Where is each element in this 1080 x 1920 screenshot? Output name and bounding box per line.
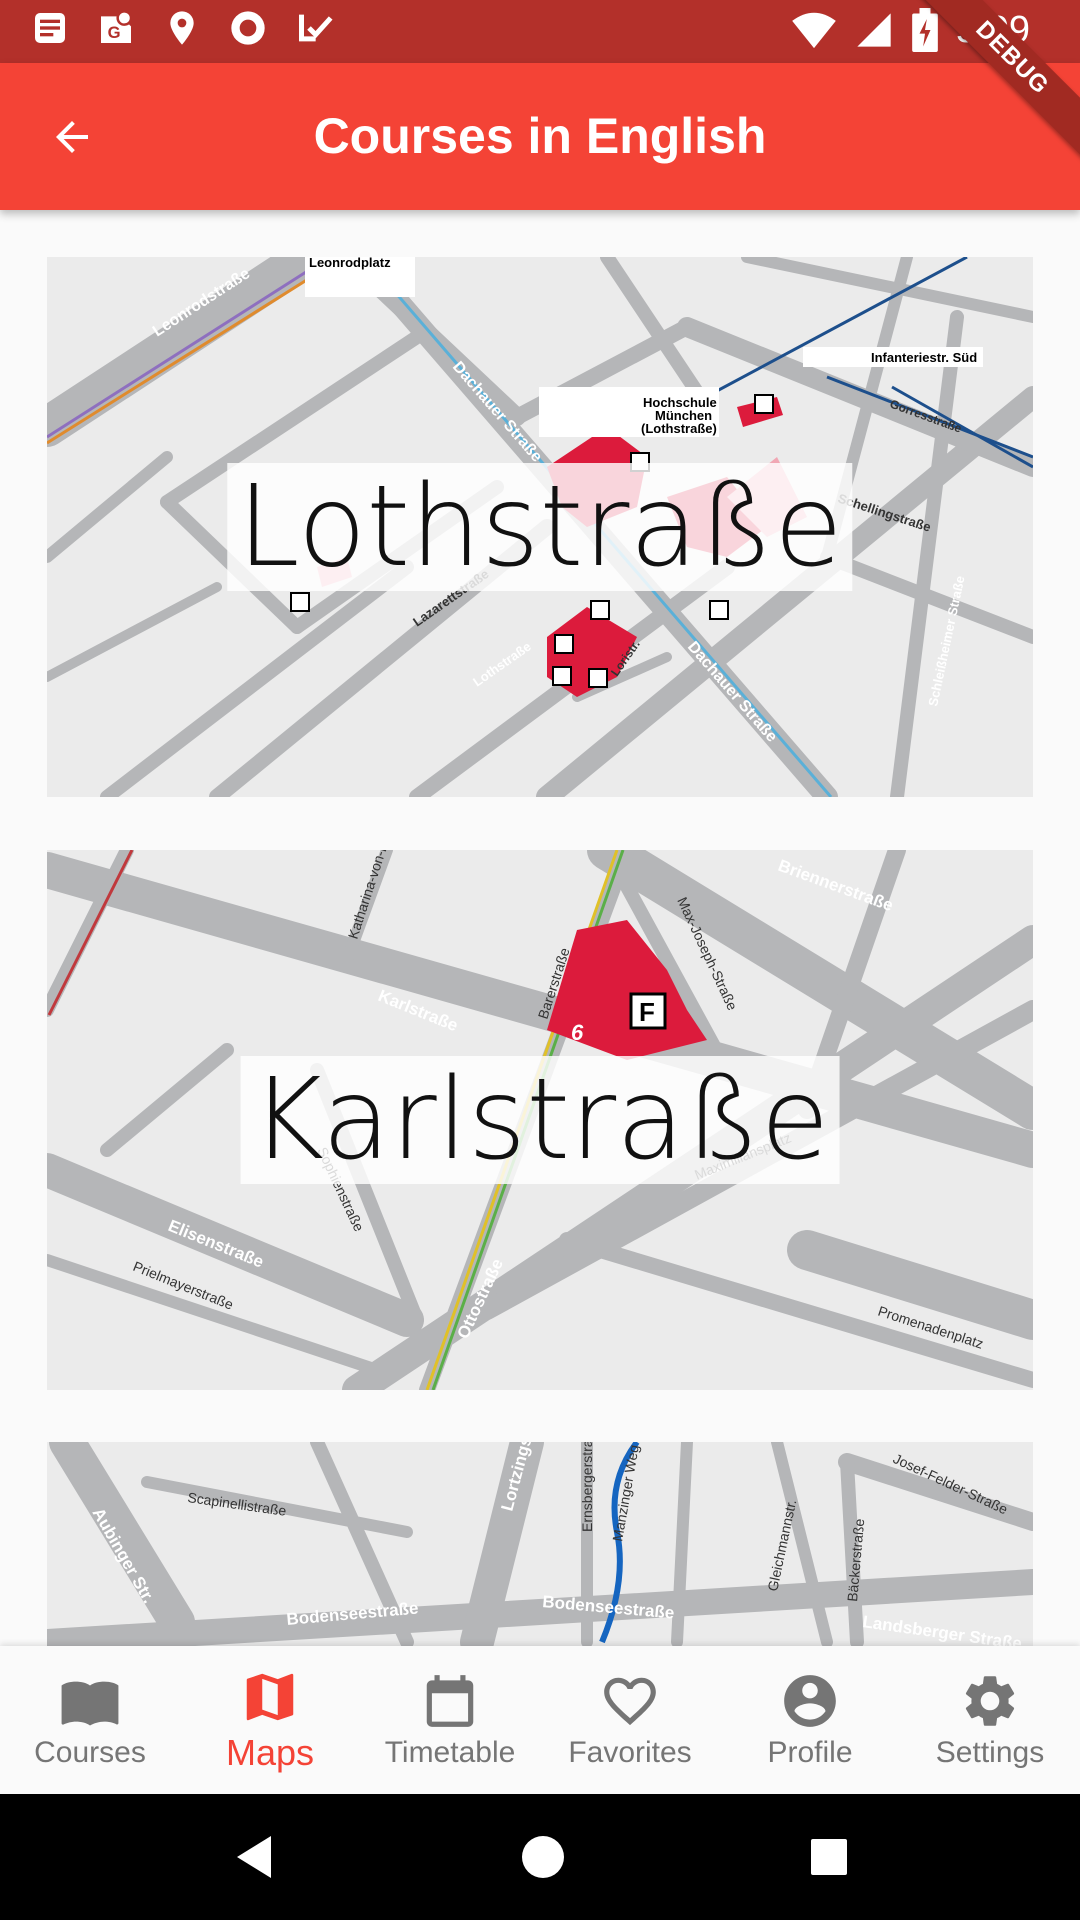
map-pin-g-icon: G xyxy=(101,10,133,43)
record-icon xyxy=(231,11,265,45)
account-icon xyxy=(784,1675,836,1727)
map-card-karlstrasse[interactable]: F 6 Brienner­straße Karlstraße Elisenstr… xyxy=(47,850,1033,1390)
nav-profile[interactable]: Profile xyxy=(720,1646,900,1794)
nav-label-courses: Courses xyxy=(34,1736,146,1769)
building-number-6: 6 xyxy=(571,1020,584,1045)
nav-timetable[interactable]: Timetable xyxy=(360,1646,540,1794)
nav-label-favorites: Favorites xyxy=(568,1736,692,1769)
wifi-icon xyxy=(792,12,836,49)
signal-icon xyxy=(857,13,891,47)
home-circle-icon[interactable] xyxy=(520,1834,566,1880)
nav-settings[interactable]: Settings xyxy=(900,1646,1080,1794)
location-icon xyxy=(170,11,194,45)
svg-text:G: G xyxy=(108,23,121,42)
check-icon xyxy=(299,14,333,42)
nav-label-timetable: Timetable xyxy=(384,1736,516,1769)
nav-label-settings: Settings xyxy=(935,1736,1045,1769)
nav-label-profile: Profile xyxy=(767,1736,853,1769)
page-title: Courses in English xyxy=(313,108,767,164)
heart-icon xyxy=(604,1677,656,1726)
svg-text:(Lothstraße): (Lothstraße) xyxy=(641,421,717,436)
gear-icon xyxy=(965,1676,1015,1726)
map-card-lothstrasse[interactable]: Leonrodplatz Hochschule München (Lothstr… xyxy=(47,257,1033,797)
nav-favorites[interactable]: Favorites xyxy=(540,1646,720,1794)
calendar-icon xyxy=(426,1675,474,1727)
nav-label-maps: Maps xyxy=(225,1732,315,1773)
map-card-pasing[interactable]: Bodenseestraße Bodenseestraße Aubinger S… xyxy=(47,1442,1033,1646)
book-icon xyxy=(61,1681,119,1726)
map-icon xyxy=(246,1673,294,1721)
map-label-karlstrasse: Karlstraße xyxy=(240,1056,840,1184)
status-bar: G 5:09 xyxy=(0,0,1080,63)
map-label-lothstrasse: Lothstraße xyxy=(227,463,853,591)
bottom-navigation: Courses Maps Timetable Favorites Profile… xyxy=(0,1646,1080,1794)
map-image-pasing: Bodenseestraße Bodenseestraße Aubinger S… xyxy=(47,1442,1033,1646)
battery-charging-icon xyxy=(912,8,938,52)
maps-list[interactable]: Leonrodplatz Hochschule München (Lothstr… xyxy=(0,210,1080,1646)
system-navigation-bar xyxy=(0,1794,1080,1920)
svg-text:Ernsbergerstraße: Ernsbergerstraße xyxy=(579,1442,595,1532)
nav-courses[interactable]: Courses xyxy=(0,1646,180,1794)
back-triangle-icon[interactable] xyxy=(231,1832,277,1882)
svg-text:Infanteriestr. Süd: Infanteriestr. Süd xyxy=(871,350,977,365)
stop-leonrodplatz: Leonrodplatz xyxy=(309,257,391,270)
recents-square-icon[interactable] xyxy=(809,1837,849,1877)
building-label-f: F xyxy=(639,997,655,1027)
notes-icon xyxy=(35,13,65,43)
app-bar: Courses in English xyxy=(0,63,1080,210)
nav-maps[interactable]: Maps xyxy=(180,1646,360,1794)
